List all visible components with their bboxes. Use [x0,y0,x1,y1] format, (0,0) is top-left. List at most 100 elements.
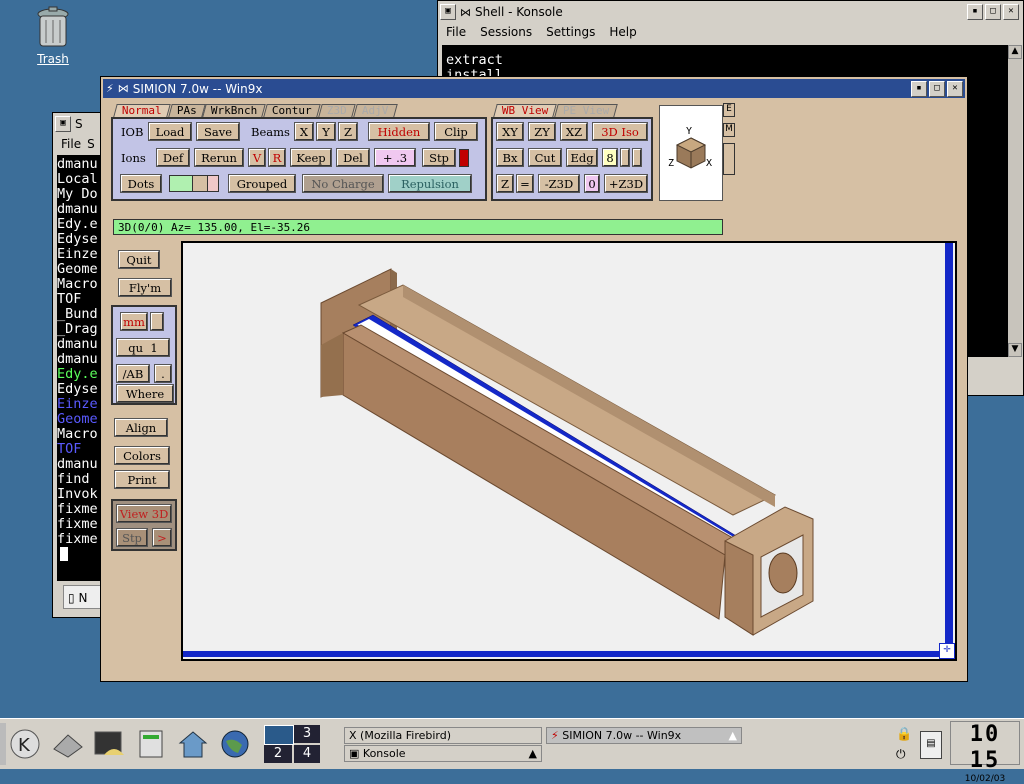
menu-settings[interactable]: Settings [546,25,595,39]
mm-button[interactable]: mm [120,312,148,331]
quit-button[interactable]: Quit [118,250,160,269]
clock[interactable]: 10 15 10/02/03 [950,721,1020,784]
colors-button[interactable]: Colors [114,446,170,465]
next-button[interactable]: > [152,528,172,547]
where-button[interactable]: Where [116,384,174,403]
pager-desktop-4[interactable]: 4 [294,745,320,763]
zy-view-button[interactable]: ZY [528,122,556,141]
scroll-down-icon[interactable]: ▼ [1008,343,1022,357]
beam-x-button[interactable]: X [294,122,314,141]
simion-window[interactable]: ⚡ ⋈ SIMION 7.0w -- Win9x ▪ □ ✕ Normal PA… [100,76,968,682]
trash-desktop-icon[interactable]: Trash [28,6,78,66]
rerun-button[interactable]: Rerun [194,148,244,167]
konsole-scrollbar[interactable]: ▲ ▼ [1008,45,1022,357]
browser-globe-icon[interactable] [218,727,252,761]
z-button[interactable]: Z [496,174,514,193]
workbench-3d-view[interactable] [185,245,941,647]
qu-field[interactable]: qu 1 [116,338,170,357]
edg-value[interactable]: 8 [602,148,618,167]
kicker-handle[interactable] [0,723,6,765]
logout-icon[interactable]: ⏻ [896,747,912,763]
no-charge-button[interactable]: No Charge [302,174,384,193]
align-button[interactable]: Align [114,418,168,437]
close-button[interactable]: ✕ [947,80,963,97]
tab-pas[interactable]: PAs [167,104,206,117]
sticky-icon[interactable]: ⋈ [114,82,129,95]
office-icon[interactable] [134,727,168,761]
tab-pe-view[interactable]: PE View [554,104,619,117]
hidden-button[interactable]: Hidden [368,122,430,141]
iso-view-button[interactable]: 3D Iso [592,122,648,141]
dots-button[interactable]: Dots [120,174,162,193]
maximize-button[interactable]: □ [929,80,945,97]
mm-toggle[interactable] [150,312,164,331]
equals-button[interactable]: = [516,174,534,193]
tab-z3d[interactable]: Z3D [318,104,356,117]
step-input[interactable]: + .3 [374,148,416,167]
orientation-preview[interactable]: Y Z X [659,105,723,201]
menu-sessions[interactable]: S [87,137,95,151]
kde-menu-icon[interactable]: K [8,727,42,761]
scroll-up-icon[interactable]: ▲ [1008,45,1022,59]
simion-titlebar[interactable]: ⚡ ⋈ SIMION 7.0w -- Win9x ▪ □ ✕ [103,79,965,98]
keep-button[interactable]: Keep [290,148,332,167]
task-mozilla-firebird[interactable]: X (Mozilla Firebird) [344,727,542,744]
flym-button[interactable]: Fly'm [118,278,172,297]
minus-z3d-button[interactable]: -Z3D [538,174,580,193]
pager-desktop-3[interactable]: 3 [294,725,320,743]
edg-button[interactable]: Edg [566,148,598,167]
maximize-button[interactable]: □ [985,4,1001,20]
window-menu-icon[interactable]: ▣ [55,116,71,132]
xz-view-button[interactable]: XZ [560,122,588,141]
e-button[interactable]: E [723,103,735,117]
close-button[interactable]: ✕ [1003,4,1019,20]
edg-down-button[interactable] [632,148,642,167]
bx-button[interactable]: Bx [496,148,524,167]
view3d-button[interactable]: View 3D [116,504,172,523]
edg-up-button[interactable] [620,148,630,167]
pager-desktop-2[interactable]: 2 [264,745,292,763]
view-hscrollbar[interactable] [183,651,941,657]
dots-slider[interactable] [169,175,219,192]
tab-wrkbnch[interactable]: WrkBnch [202,104,267,117]
side-scrollbar[interactable] [723,143,735,175]
def-button[interactable]: Def [156,148,190,167]
minimize-button[interactable]: ▪ [967,4,983,20]
minimize-button[interactable]: ▪ [911,80,927,97]
resize-corner-icon[interactable]: ✛ [939,643,955,659]
grouped-button[interactable]: Grouped [228,174,296,193]
save-button[interactable]: Save [196,122,240,141]
del-button[interactable]: Del [336,148,370,167]
v-button[interactable]: V [248,148,266,167]
menu-file[interactable]: File [446,25,466,39]
lock-icon[interactable]: 🔒 [896,727,912,743]
window-menu-icon[interactable]: ▣ [440,4,456,20]
r-button[interactable]: R [268,148,286,167]
z3d-value[interactable]: 0 [584,174,600,193]
group-arrow-icon[interactable]: ▲ [729,728,737,743]
repulsion-button[interactable]: Repulsion [388,174,472,193]
tab-adjv[interactable]: AdjV [353,104,397,117]
print-button[interactable]: Print [114,470,170,489]
beam-z-button[interactable]: Z [338,122,358,141]
home-icon[interactable] [176,727,210,761]
sticky-icon[interactable]: ⋈ [456,6,471,19]
stp-side-button[interactable]: Stp [116,528,148,547]
clip-button[interactable]: Clip [434,122,478,141]
menu-file[interactable]: File [61,137,81,151]
pager-desktop-1[interactable]: 1 [264,725,294,745]
group-arrow-icon[interactable]: ▲ [529,746,537,761]
xy-view-button[interactable]: XY [496,122,524,141]
stp-button[interactable]: Stp [422,148,456,167]
menu-help[interactable]: Help [609,25,636,39]
beam-y-button[interactable]: Y [316,122,336,141]
task-konsole[interactable]: ▣ Konsole ▲ [344,745,542,762]
dot-button[interactable]: . [154,364,172,383]
konsole-launcher-icon[interactable] [92,727,126,761]
view-vscrollbar[interactable] [945,243,953,647]
tab-normal[interactable]: Normal [113,104,171,117]
load-button[interactable]: Load [148,122,192,141]
tab-wb-view[interactable]: WB View [493,104,558,117]
task-simion[interactable]: ⚡ SIMION 7.0w -- Win9x ▲ [546,727,742,744]
klipper-icon[interactable]: ▤ [920,731,942,759]
